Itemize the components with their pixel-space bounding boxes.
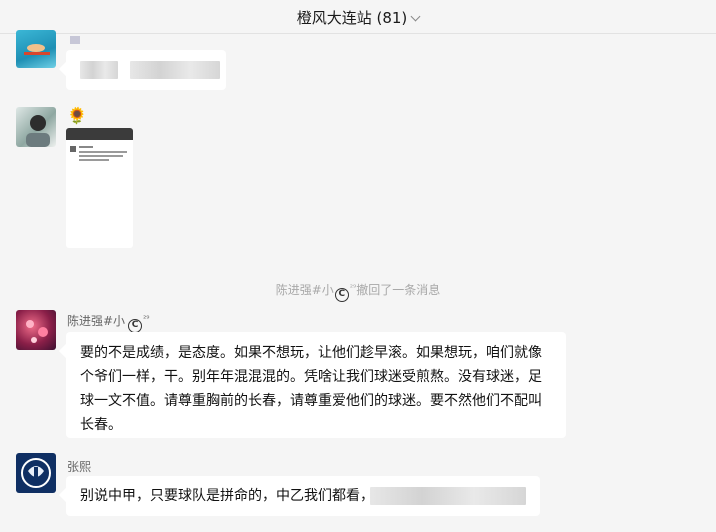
copyright-icon: C bbox=[334, 288, 349, 302]
message-bubble[interactable] bbox=[66, 50, 226, 90]
team-logo-icon bbox=[21, 458, 51, 488]
image-line bbox=[79, 146, 93, 148]
image-line bbox=[79, 151, 127, 153]
avatar[interactable] bbox=[16, 453, 56, 493]
sunflower-emoji: 🌻 bbox=[67, 106, 87, 125]
avatar[interactable] bbox=[16, 310, 56, 350]
sender-name-text: 张熙 bbox=[67, 460, 92, 474]
sender-name-blurred bbox=[70, 36, 80, 44]
flower-avatar-icon bbox=[26, 320, 48, 343]
chat-header: 橙风大连站 (81) bbox=[0, 0, 716, 34]
image-line bbox=[79, 159, 109, 161]
person-avatar-icon bbox=[26, 115, 50, 147]
chat-title-text: 橙风大连站 (81) bbox=[296, 9, 408, 27]
recall-name[interactable]: 陈进强#小 bbox=[276, 283, 334, 297]
avatar[interactable] bbox=[16, 107, 56, 147]
avatar[interactable] bbox=[16, 30, 56, 68]
image-thumb bbox=[70, 146, 76, 152]
message-bubble[interactable]: 别说中甲，只要球队是拼命的，中乙我们都看， bbox=[66, 476, 540, 516]
copyright-icon: C bbox=[128, 319, 143, 333]
blurred-text bbox=[80, 61, 118, 79]
sender-name[interactable]: 陈进强#小 C²⁹ bbox=[67, 312, 149, 333]
blurred-text bbox=[370, 487, 526, 505]
chat-title[interactable]: 橙风大连站 (81) bbox=[0, 7, 716, 28]
message-text: 别说中甲，只要球队是拼命的，中乙我们都看， bbox=[80, 488, 374, 504]
image-topbar bbox=[66, 128, 133, 140]
recall-notice: 陈进强#小 C²⁹撤回了一条消息 bbox=[0, 281, 716, 302]
recall-text: 撤回了一条消息 bbox=[356, 283, 441, 297]
sender-name-text: 陈进强#小 bbox=[67, 314, 126, 328]
message-text: 要的不是成绩，是态度。如果不想玩，让他们趁早滚。如果想玩，咱们就像个爷们一样，干… bbox=[80, 345, 542, 433]
blurred-text bbox=[130, 61, 220, 79]
sender-superscript: ²⁹ bbox=[143, 314, 150, 323]
swimmer-avatar-icon bbox=[24, 44, 50, 55]
sender-name[interactable]: 张熙 bbox=[67, 458, 91, 475]
image-line bbox=[79, 155, 123, 157]
chevron-down-icon[interactable] bbox=[410, 11, 421, 22]
image-message[interactable] bbox=[66, 128, 133, 248]
message-bubble[interactable]: 要的不是成绩，是态度。如果不想玩，让他们趁早滚。如果想玩，咱们就像个爷们一样，干… bbox=[66, 332, 566, 438]
